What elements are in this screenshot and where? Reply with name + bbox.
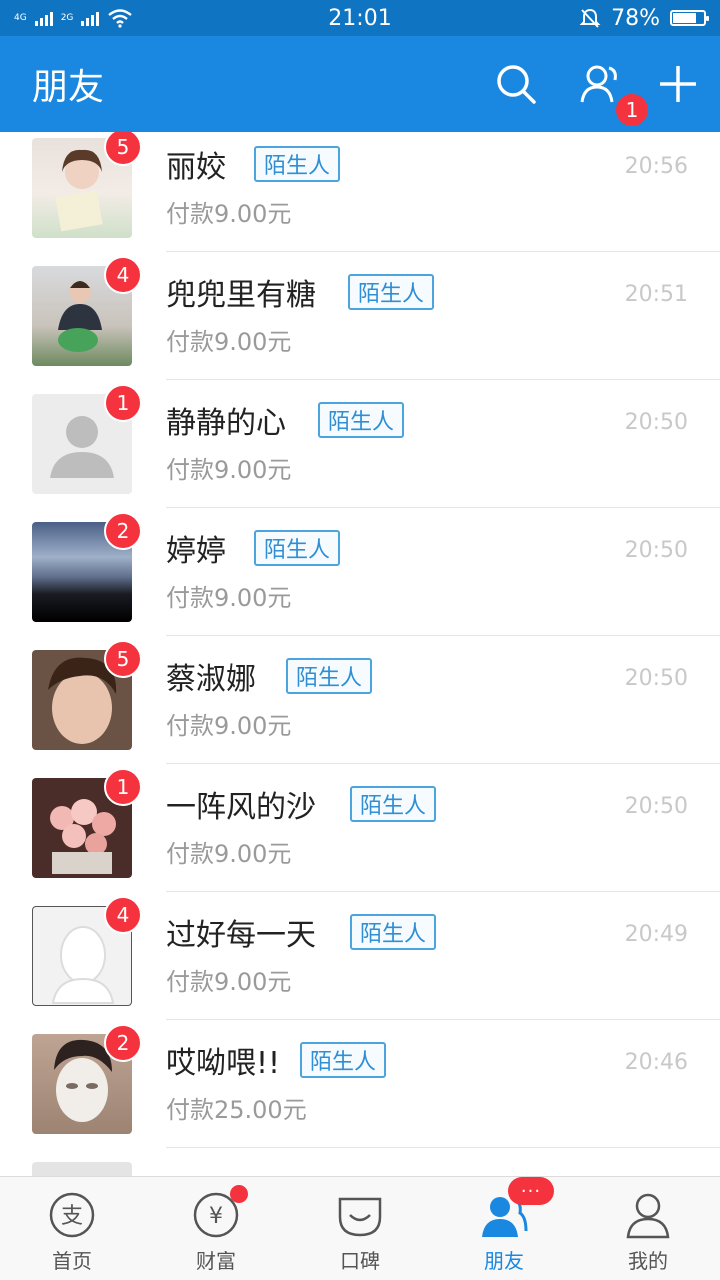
message-time: 20:46 bbox=[624, 1050, 688, 1075]
battery-icon bbox=[670, 10, 709, 26]
conversation-list[interactable]: 5 丽姣 陌生人 付款9.00元 20:56 4 兜兜里有糖 陌生人 付款9.0… bbox=[0, 132, 720, 1176]
app-header: 朋友 1 bbox=[0, 36, 720, 132]
stranger-tag: 陌生人 bbox=[350, 914, 437, 950]
unread-badge: 2 bbox=[104, 1024, 142, 1062]
tab-label: 朋友 bbox=[484, 1249, 524, 1273]
tab-label: 口碑 bbox=[340, 1249, 380, 1273]
status-bar: 4G 2G 21:01 78% bbox=[0, 0, 720, 36]
signal2-label: 2G bbox=[60, 13, 74, 23]
signal-bars-icon bbox=[34, 10, 53, 26]
plus-icon bbox=[660, 66, 696, 102]
unread-badge: 5 bbox=[104, 132, 142, 166]
unread-badge: 2 bbox=[104, 512, 142, 550]
divider bbox=[166, 507, 720, 508]
unread-badge: 1 bbox=[104, 384, 142, 422]
conversation-row[interactable]: 2 婷婷 陌生人 付款9.00元 20:50 bbox=[0, 512, 720, 644]
battery-level bbox=[673, 13, 697, 23]
stranger-tag: 陌生人 bbox=[286, 658, 373, 694]
contact-name: 哎呦喂!! bbox=[166, 1046, 281, 1081]
last-message: 付款9.00元 bbox=[166, 712, 292, 740]
bottom-nav: 支 首页 ¥ 财富 口碑 ··· 朋友 我的 bbox=[0, 1176, 720, 1280]
contact-name: 过好每一天 bbox=[166, 918, 316, 953]
last-message: 付款9.00元 bbox=[166, 584, 292, 612]
contact-name: 一阵风的沙 bbox=[166, 790, 316, 825]
divider bbox=[166, 251, 720, 252]
contact-name: 兜兜里有糖 bbox=[166, 278, 316, 313]
unread-badge: 1 bbox=[104, 768, 142, 806]
page-title: 朋友 bbox=[32, 67, 105, 108]
tab-home[interactable]: 支 首页 bbox=[0, 1177, 144, 1280]
contact-name: 婷婷 bbox=[166, 534, 226, 569]
battery-percent: 78% bbox=[611, 5, 660, 31]
search-button[interactable] bbox=[492, 60, 540, 108]
contact-name: 静静的心 bbox=[166, 406, 286, 441]
divider bbox=[166, 1147, 720, 1148]
last-message: 付款9.00元 bbox=[166, 968, 292, 996]
conversation-row[interactable]: 4 兜兜里有糖 陌生人 付款9.00元 20:51 bbox=[0, 256, 720, 388]
profile-icon bbox=[624, 1191, 672, 1239]
conversation-row[interactable]: 1 一阵风的沙 陌生人 付款9.00元 20:50 bbox=[0, 768, 720, 900]
stranger-tag: 陌生人 bbox=[254, 146, 341, 182]
conversation-row[interactable]: 1 静静的心 陌生人 付款9.00元 20:50 bbox=[0, 384, 720, 516]
conversation-row[interactable]: 5 蔡淑娜 陌生人 付款9.00元 20:50 bbox=[0, 640, 720, 772]
tab-koubei[interactable]: 口碑 bbox=[288, 1177, 432, 1280]
stranger-tag: 陌生人 bbox=[254, 530, 341, 566]
wealth-icon: ¥ bbox=[192, 1185, 248, 1239]
divider bbox=[166, 1019, 720, 1020]
message-time: 20:50 bbox=[624, 538, 688, 563]
tab-wealth[interactable]: ¥ 财富 bbox=[144, 1177, 288, 1280]
message-time: 20:50 bbox=[624, 794, 688, 819]
last-message: 付款9.00元 bbox=[166, 328, 292, 356]
tab-label: 我的 bbox=[628, 1249, 668, 1273]
message-time: 20:56 bbox=[624, 154, 688, 179]
message-time: 20:50 bbox=[624, 666, 688, 691]
contact-name: 蔡淑娜 bbox=[166, 662, 256, 697]
signal1-label: 4G bbox=[14, 13, 27, 23]
unread-badge: 5 bbox=[104, 640, 142, 678]
last-message: 付款9.00元 bbox=[166, 840, 292, 868]
alarm-muted-icon bbox=[579, 8, 601, 28]
svg-text:¥: ¥ bbox=[209, 1204, 223, 1229]
last-message: 付款9.00元 bbox=[166, 456, 292, 484]
stranger-tag: 陌生人 bbox=[348, 274, 435, 310]
contacts-badge: 1 bbox=[614, 92, 650, 128]
conversation-row[interactable]: 5 丽姣 陌生人 付款9.00元 20:56 bbox=[0, 132, 720, 260]
last-message: 付款25.00元 bbox=[166, 1096, 307, 1124]
tab-label: 首页 bbox=[52, 1249, 92, 1273]
stranger-tag: 陌生人 bbox=[300, 1042, 387, 1078]
signal-bars-icon bbox=[81, 10, 100, 26]
unread-badge: 4 bbox=[104, 256, 142, 294]
tab-friends[interactable]: ··· 朋友 bbox=[432, 1177, 576, 1280]
stranger-tag: 陌生人 bbox=[318, 402, 405, 438]
tab-label: 财富 bbox=[196, 1249, 236, 1273]
divider bbox=[166, 763, 720, 764]
search-icon bbox=[497, 65, 536, 104]
stranger-tag: 陌生人 bbox=[350, 786, 437, 822]
divider bbox=[166, 379, 720, 380]
unread-badge: 4 bbox=[104, 896, 142, 934]
notification-dot bbox=[230, 1185, 248, 1203]
add-button[interactable] bbox=[654, 60, 702, 108]
message-time: 20:49 bbox=[624, 922, 688, 947]
friends-badge: ··· bbox=[508, 1177, 554, 1205]
signal-indicators: 4G 2G bbox=[14, 8, 133, 28]
svg-text:支: 支 bbox=[61, 1204, 83, 1229]
wifi-icon bbox=[108, 9, 133, 28]
message-time: 20:50 bbox=[624, 410, 688, 435]
avatar[interactable] bbox=[32, 1162, 132, 1176]
divider bbox=[166, 635, 720, 636]
conversation-row[interactable] bbox=[0, 1156, 720, 1176]
last-message: 付款9.00元 bbox=[166, 200, 292, 228]
tab-profile[interactable]: 我的 bbox=[576, 1177, 720, 1280]
koubei-icon bbox=[336, 1191, 384, 1239]
home-pay-icon: 支 bbox=[48, 1191, 96, 1239]
friends-icon: ··· bbox=[480, 1177, 554, 1239]
message-time: 20:51 bbox=[624, 282, 688, 307]
conversation-row[interactable]: 2 哎呦喂!! 陌生人 付款25.00元 20:46 bbox=[0, 1024, 720, 1156]
contact-name: 丽姣 bbox=[166, 150, 226, 185]
conversation-row[interactable]: 4 过好每一天 陌生人 付款9.00元 20:49 bbox=[0, 896, 720, 1028]
divider bbox=[166, 891, 720, 892]
